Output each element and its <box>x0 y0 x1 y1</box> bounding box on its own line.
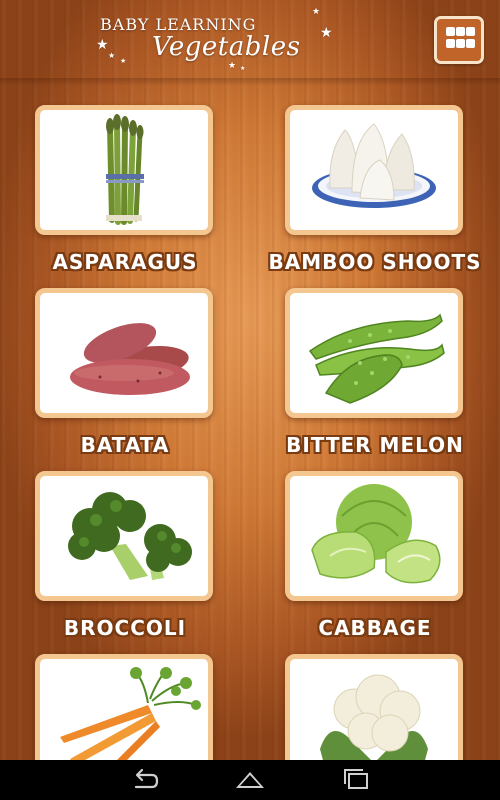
home-icon <box>236 772 264 788</box>
bitter-melon-image <box>308 313 445 404</box>
star-icon: ★ <box>96 37 109 53</box>
vegetable-card-batata[interactable] <box>35 288 213 418</box>
vegetable-card-cauliflower[interactable] <box>285 654 463 760</box>
system-navigation-bar <box>0 760 500 800</box>
vegetable-label: BITTER MELON <box>286 433 464 457</box>
app-title: ★ ★ ★ ★ ★ ★ ★ BABY LEARNING Vegetables <box>90 6 340 76</box>
star-icon: ★ <box>108 51 116 60</box>
vegetable-label: CABBAGE <box>318 616 432 640</box>
recents-button[interactable] <box>336 766 376 794</box>
star-icon: ★ <box>312 7 321 17</box>
batata-image <box>70 323 190 395</box>
vegetable-card-bitter-melon[interactable] <box>285 288 463 418</box>
app-header: ★ ★ ★ ★ ★ ★ ★ BABY LEARNING Vegetables <box>0 0 500 80</box>
vegetable-card-carrot[interactable] <box>35 654 213 760</box>
home-button[interactable] <box>230 766 270 794</box>
star-icon: ★ <box>320 25 333 41</box>
grid-menu-button[interactable] <box>434 16 484 64</box>
star-icon: ★ <box>120 57 127 65</box>
back-button[interactable] <box>124 766 164 794</box>
vegetable-label: ASPARAGUS <box>52 250 198 274</box>
broccoli-image <box>68 492 192 580</box>
title-vegetables: Vegetables <box>152 32 301 62</box>
cauliflower-image <box>320 674 428 760</box>
vegetable-card-bamboo-shoots[interactable] <box>285 105 463 235</box>
header-divider <box>0 78 500 86</box>
asparagus-image <box>106 114 144 225</box>
star-icon: ★ <box>228 61 237 71</box>
carrot-image <box>60 667 201 760</box>
bamboo-shoots-image <box>312 123 436 208</box>
vegetable-card-asparagus[interactable] <box>35 105 213 235</box>
vegetable-label: BAMBOO SHOOTS <box>268 250 482 274</box>
vegetable-card-broccoli[interactable] <box>35 471 213 601</box>
vegetable-label: BATATA <box>80 433 170 457</box>
vegetable-card-cabbage[interactable] <box>285 471 463 601</box>
back-icon <box>134 768 159 789</box>
recents-icon <box>344 769 368 789</box>
vegetable-label: BROCCOLI <box>63 616 187 640</box>
wood-background: ★ ★ ★ ★ ★ ★ ★ BABY LEARNING Vegetables A… <box>0 0 500 760</box>
star-icon: ★ <box>240 65 246 72</box>
cabbage-image <box>311 484 441 584</box>
